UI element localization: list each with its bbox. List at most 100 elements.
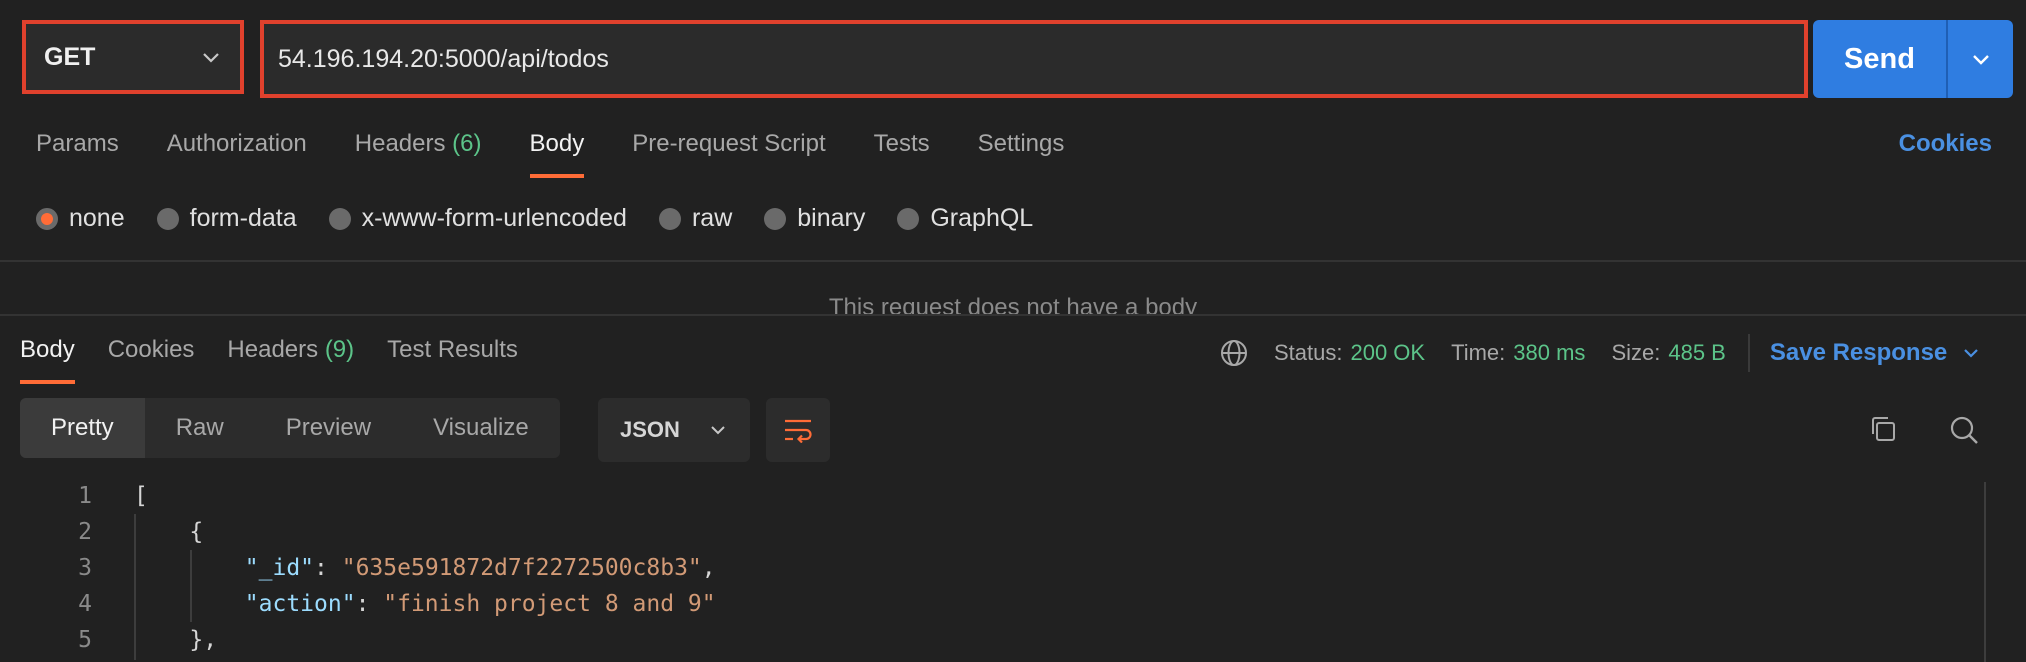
code-line: 1[ xyxy=(0,478,1984,514)
radio-label: GraphQL xyxy=(930,204,1034,232)
tab-label: Cookies xyxy=(107,336,195,363)
radio-button[interactable] xyxy=(764,207,787,230)
radio-label: form-data xyxy=(189,204,297,232)
body-type-raw[interactable]: raw xyxy=(658,204,733,233)
send-button[interactable]: Send xyxy=(1813,20,1948,98)
status-value[interactable]: 200 OK xyxy=(1350,340,1425,366)
response-tabs: Body Cookies Headers (9) Test Results xyxy=(20,336,551,384)
time-label: Time: xyxy=(1451,340,1506,365)
radio-label: x-www-form-urlencoded xyxy=(361,204,627,232)
radio-button[interactable] xyxy=(156,207,179,230)
view-tab-raw[interactable]: Raw xyxy=(145,398,255,458)
json-separator: : xyxy=(314,555,342,581)
line-number: 1 xyxy=(78,483,92,509)
code-line: 5 }, xyxy=(0,622,1984,658)
size-value[interactable]: 485 B xyxy=(1668,340,1726,366)
body-type-none[interactable]: none xyxy=(36,204,125,233)
json-punctuation: , xyxy=(701,555,716,581)
url-input[interactable] xyxy=(276,43,1792,75)
radio-label: none xyxy=(69,204,125,232)
view-tab-visualize[interactable]: Visualize xyxy=(402,398,560,458)
radio-label: raw xyxy=(691,204,733,232)
json-string-value: "635e591872d7f2272500c8b3" xyxy=(341,555,702,581)
response-tab-cookies[interactable]: Cookies xyxy=(108,336,195,364)
divider xyxy=(0,260,2026,262)
line-content: "_id": "635e591872d7f2272500c8b3", xyxy=(134,550,716,586)
line-content: }, xyxy=(134,627,218,653)
tab-authorization[interactable]: Authorization xyxy=(167,130,307,158)
tab-label: Tests xyxy=(873,130,930,157)
code-line: 3 "_id": "635e591872d7f2272500c8b3", xyxy=(0,550,1984,586)
line-content: [ xyxy=(134,483,148,509)
response-panel: Body Cookies Headers (9) Test Results Statu… xyxy=(0,314,2026,662)
radio-button[interactable] xyxy=(658,207,681,230)
copy-icon[interactable] xyxy=(1868,414,1898,444)
response-tab-headers[interactable]: Headers (9) xyxy=(227,336,354,364)
tab-label: Settings xyxy=(977,130,1065,157)
tab-label: Authorization xyxy=(166,130,307,157)
tab-settings[interactable]: Settings xyxy=(978,130,1065,158)
send-button-group: Send xyxy=(1813,20,2013,98)
line-content: "action": "finish project 8 and 9" xyxy=(134,586,716,622)
body-type-form-data[interactable]: form-data xyxy=(156,204,297,233)
tab-headers[interactable]: Headers (6) xyxy=(355,130,482,158)
tab-label: Test Results xyxy=(387,336,518,363)
tab-count-badge: (6) xyxy=(452,130,482,157)
response-code-editor[interactable]: 1[2 {3 "_id": "635e591872d7f2272500c8b3"… xyxy=(0,478,1984,660)
line-number: 5 xyxy=(78,627,92,653)
json-key: "_id" xyxy=(244,555,315,581)
response-tab-test-results[interactable]: Test Results xyxy=(387,336,518,364)
json-key: "action" xyxy=(244,591,356,617)
method-label: GET xyxy=(44,42,96,71)
globe-icon[interactable] xyxy=(1218,337,1250,369)
body-type-options: none form-data x-www-form-urlencoded raw bin… xyxy=(36,204,1065,233)
save-response-button[interactable]: Save Response xyxy=(1770,339,1981,367)
cookies-link[interactable]: Cookies xyxy=(1899,130,1992,158)
time-value[interactable]: 380 ms xyxy=(1513,340,1585,366)
response-meta: Status: 200 OK Time: 380 ms Size: 485 B … xyxy=(1218,334,1981,372)
no-body-message: This request does not have a body xyxy=(828,294,1198,314)
meta-divider xyxy=(1747,334,1750,372)
json-string-value: "finish project 8 and 9" xyxy=(383,591,716,617)
editor-scrollbar[interactable] xyxy=(1984,482,1986,662)
tab-body[interactable]: Body xyxy=(529,130,585,178)
chevron-down-icon xyxy=(711,426,725,435)
chevron-down-icon xyxy=(1972,55,1989,65)
response-tab-body[interactable]: Body xyxy=(20,336,75,384)
tab-count-badge: (9) xyxy=(324,336,355,363)
search-icon[interactable] xyxy=(1948,414,1980,446)
view-tab-preview[interactable]: Preview xyxy=(255,398,402,458)
status-label: Status: xyxy=(1274,340,1343,365)
body-type-graphql[interactable]: GraphQL xyxy=(897,204,1033,233)
send-options-button[interactable] xyxy=(1948,20,2013,98)
tab-label: Body xyxy=(529,130,585,157)
tab-label: Pre-request Script xyxy=(632,130,826,157)
view-tab-pretty[interactable]: Pretty xyxy=(20,398,145,458)
tab-pre-request-script[interactable]: Pre-request Script xyxy=(632,130,825,158)
line-number: 2 xyxy=(78,519,92,545)
postman-window: GET Send Params Authorization Headers (6) B… xyxy=(0,0,2026,662)
body-type-x-www-form-urlencoded[interactable]: x-www-form-urlencoded xyxy=(328,204,627,233)
line-content: { xyxy=(134,519,204,545)
view-mode-tabs: Pretty Raw Preview Visualize xyxy=(20,398,560,458)
method-select[interactable]: GET xyxy=(22,20,244,94)
tab-params[interactable]: Params xyxy=(36,130,119,158)
wrap-lines-icon xyxy=(785,419,812,443)
format-select[interactable]: JSON xyxy=(598,398,750,462)
json-separator: : xyxy=(355,591,384,617)
radio-label: binary xyxy=(797,204,866,232)
url-input-wrapper xyxy=(260,20,1808,98)
body-type-binary[interactable]: binary xyxy=(764,204,865,233)
tab-label: Params xyxy=(36,130,119,157)
code-line: 4 "action": "finish project 8 and 9" xyxy=(0,586,1984,622)
radio-button[interactable] xyxy=(328,207,351,230)
code-line: 2 { xyxy=(0,514,1984,550)
tab-label: Body xyxy=(20,336,75,363)
chevron-down-icon xyxy=(203,53,219,63)
wrap-lines-button[interactable] xyxy=(766,398,830,462)
tab-tests[interactable]: Tests xyxy=(874,130,930,158)
radio-button[interactable] xyxy=(36,207,58,230)
format-label: JSON xyxy=(620,417,680,442)
radio-button[interactable] xyxy=(897,207,920,230)
tab-label: Headers xyxy=(354,130,446,157)
